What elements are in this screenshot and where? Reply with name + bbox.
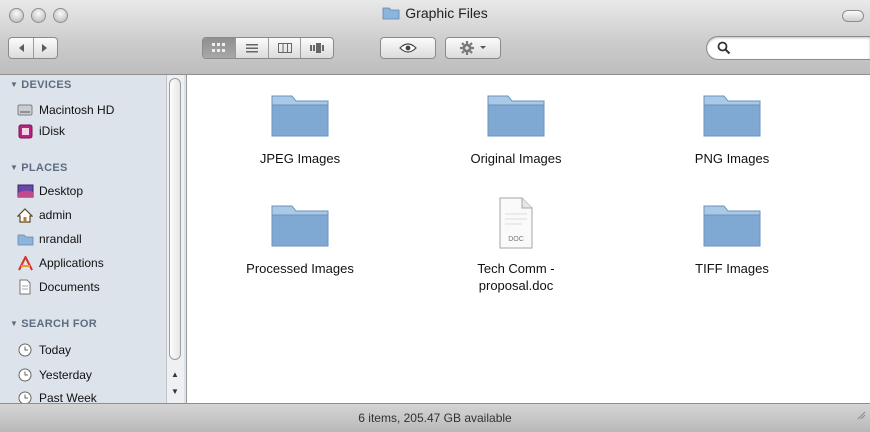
file-item-tech-comm-proposal[interactable]: DOC Tech Comm - proposal.doc (436, 196, 596, 294)
sidebar-item-label: Today (39, 343, 72, 357)
list-view-button[interactable] (235, 38, 268, 58)
file-browser: JPEG Images Original Images PNG Images P… (187, 75, 870, 403)
sidebar-section-places[interactable]: ▼ PLACES (10, 162, 68, 174)
sidebar-item-label: iDisk (39, 124, 65, 138)
file-item-original-images[interactable]: Original Images (436, 86, 596, 167)
toolbar: Graphic Files (0, 0, 870, 75)
window-title-bar: Graphic Files (0, 5, 870, 23)
icon-view-button[interactable] (203, 38, 236, 58)
file-item-jpeg-images[interactable]: JPEG Images (220, 86, 380, 167)
folder-icon (220, 196, 380, 250)
eye-icon (399, 43, 417, 53)
sidebar-item-documents[interactable]: Documents (16, 276, 100, 298)
back-button[interactable] (9, 38, 33, 58)
column-view-button[interactable] (267, 38, 301, 58)
doc-badge: DOC (508, 236, 524, 243)
file-label: Tech Comm - proposal.doc (477, 261, 555, 293)
sidebar-section-devices[interactable]: ▼ DEVICES (10, 79, 72, 91)
view-mode-control (202, 37, 334, 59)
list-view-icon (246, 44, 259, 53)
sidebar-item-past-week[interactable]: Past Week (16, 387, 97, 403)
quick-look-button[interactable] (380, 37, 436, 59)
coverflow-view-icon (310, 43, 325, 53)
sidebar-item-yesterday[interactable]: Yesterday (16, 364, 92, 386)
folder-icon (220, 86, 380, 140)
sidebar-item-label: Past Week (39, 391, 97, 403)
sidebar-item-label: Documents (39, 280, 100, 294)
home-icon (16, 206, 34, 224)
nav-buttons (8, 37, 58, 59)
hard-drive-icon (16, 101, 34, 119)
doc-file-icon: DOC (436, 196, 596, 250)
sidebar-item-idisk[interactable]: iDisk (16, 120, 65, 142)
disclosure-triangle-icon: ▼ (10, 319, 19, 328)
file-item-tiff-images[interactable]: TIFF Images (652, 196, 812, 277)
disclosure-triangle-icon: ▼ (10, 163, 19, 172)
clock-icon (16, 389, 34, 403)
icon-view-icon (212, 43, 226, 52)
status-bar: 6 items, 205.47 GB available (0, 403, 870, 432)
folder-icon (652, 196, 812, 250)
scroll-down-arrow[interactable]: ▼ (167, 385, 183, 399)
search-field[interactable] (706, 36, 870, 60)
clock-icon (16, 366, 34, 384)
toolbar-toggle-button[interactable] (842, 10, 864, 22)
clock-icon (16, 341, 34, 359)
search-icon (717, 41, 731, 60)
finder-window: Graphic Files ▼ DEVICES Macintosh HD iDi… (0, 0, 870, 432)
file-label: JPEG Images (259, 151, 341, 166)
gear-icon (460, 41, 474, 55)
sidebar-scroll-thumb[interactable] (169, 78, 181, 360)
sidebar-item-label: Applications (39, 256, 104, 270)
folder-icon (652, 86, 812, 140)
sidebar-item-nrandall[interactable]: nrandall (16, 228, 82, 250)
applications-icon (16, 254, 34, 272)
chevron-down-icon (480, 46, 486, 49)
sidebar-item-label: Macintosh HD (39, 103, 115, 117)
file-item-processed-images[interactable]: Processed Images (220, 196, 380, 277)
sidebar-section-search-for[interactable]: ▼ SEARCH FOR (10, 318, 97, 330)
chevron-right-icon (42, 44, 48, 52)
status-text: 6 items, 205.47 GB available (358, 411, 512, 425)
sidebar-item-macintosh-hd[interactable]: Macintosh HD (16, 99, 114, 121)
sidebar-item-label: nrandall (39, 232, 82, 246)
coverflow-view-button[interactable] (300, 38, 333, 58)
file-label: Original Images (470, 151, 562, 166)
file-label: PNG Images (694, 151, 770, 166)
scroll-up-arrow[interactable]: ▲ (167, 368, 183, 382)
resize-grip-icon[interactable] (856, 402, 866, 430)
document-icon (16, 278, 34, 296)
sidebar: ▼ DEVICES Macintosh HD iDisk ▼ PLACES Desk… (0, 75, 187, 403)
sidebar-item-label: Desktop (39, 184, 84, 198)
disclosure-triangle-icon: ▼ (10, 80, 19, 89)
desktop-icon (16, 182, 34, 200)
sidebar-item-today[interactable]: Today (16, 339, 71, 361)
idisk-icon (16, 122, 34, 140)
folder-icon (16, 230, 34, 248)
forward-button[interactable] (32, 38, 57, 58)
column-view-icon (277, 43, 292, 53)
action-menu-button[interactable] (445, 37, 501, 59)
sidebar-item-applications[interactable]: Applications (16, 252, 104, 274)
file-label: Processed Images (246, 261, 354, 276)
sidebar-item-label: Yesterday (39, 368, 92, 382)
chevron-left-icon (18, 44, 24, 52)
sidebar-item-label: admin (39, 208, 72, 222)
sidebar-item-desktop[interactable]: Desktop (16, 180, 83, 202)
folder-icon (436, 86, 596, 140)
file-label: TIFF Images (695, 261, 769, 276)
window-title: Graphic Files (405, 5, 488, 21)
sidebar-item-admin[interactable]: admin (16, 204, 72, 226)
folder-icon (382, 6, 400, 23)
file-item-png-images[interactable]: PNG Images (652, 86, 812, 167)
search-input[interactable] (735, 40, 867, 58)
